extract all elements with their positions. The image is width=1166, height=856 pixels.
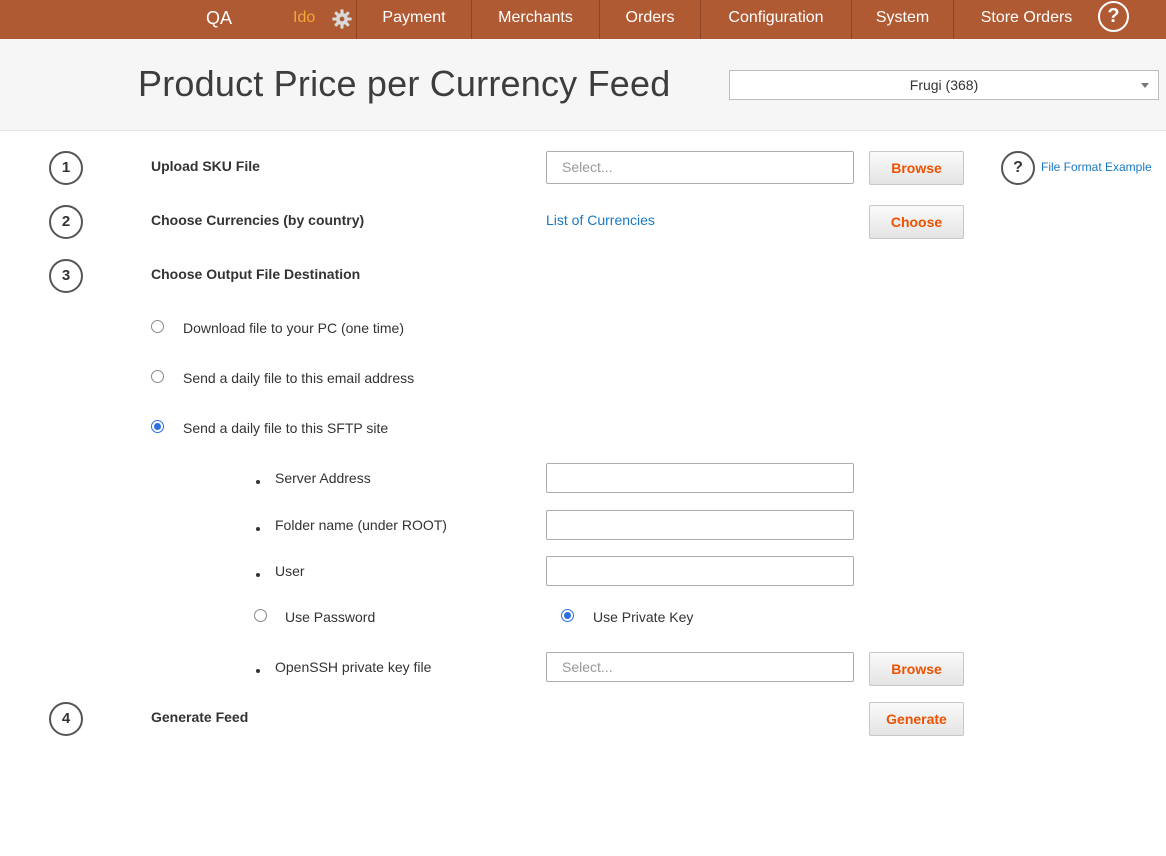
nav-item-payment[interactable]: Payment — [356, 0, 471, 39]
step-label-choose-currencies: Choose Currencies (by country) — [151, 212, 365, 228]
bullet — [256, 573, 260, 577]
step-number-3: 3 — [49, 259, 83, 293]
top-navigation: QA Ido Payment Merchants Orders Configur… — [0, 0, 1166, 39]
file-format-example-link[interactable]: File Format Example — [1041, 160, 1152, 174]
bullet — [256, 527, 260, 531]
radio-daily-sftp[interactable] — [151, 420, 164, 433]
option-label-download-pc: Download file to your PC (one time) — [183, 320, 404, 336]
step-number-4: 4 — [49, 702, 83, 736]
folder-name-label: Folder name (under ROOT) — [275, 517, 447, 533]
nav-item-orders[interactable]: Orders — [599, 0, 700, 39]
merchant-select[interactable]: Frugi (368) — [729, 70, 1159, 100]
private-key-file-input[interactable]: Select... — [546, 652, 854, 682]
server-address-label: Server Address — [275, 470, 371, 486]
step-label-output-destination: Choose Output File Destination — [151, 266, 361, 282]
user-input[interactable] — [546, 556, 854, 586]
page-header: Product Price per Currency Feed Frugi (3… — [0, 39, 1166, 131]
gear-icon[interactable] — [331, 8, 353, 30]
page-title: Product Price per Currency Feed — [138, 63, 671, 104]
help-icon[interactable]: ? — [1001, 151, 1035, 185]
nav-item-merchants[interactable]: Merchants — [471, 0, 599, 39]
generate-button[interactable]: Generate — [869, 702, 964, 736]
nav-item-store-orders[interactable]: Store Orders — [953, 0, 1099, 39]
use-password-label: Use Password — [285, 609, 376, 625]
bullet — [256, 480, 260, 484]
choose-currencies-button[interactable]: Choose — [869, 205, 964, 239]
nav-item-configuration[interactable]: Configuration — [700, 0, 851, 39]
private-key-browse-button[interactable]: Browse — [869, 652, 964, 686]
private-key-file-label: OpenSSH private key file — [275, 659, 432, 675]
radio-download-pc[interactable] — [151, 320, 164, 333]
radio-daily-email[interactable] — [151, 370, 164, 383]
option-label-daily-sftp: Send a daily file to this SFTP site — [183, 420, 389, 436]
help-icon[interactable]: ? — [1098, 1, 1129, 32]
radio-use-private-key[interactable] — [561, 609, 574, 622]
step-label-generate-feed: Generate Feed — [151, 709, 249, 725]
merchant-select-value: Frugi (368) — [909, 77, 979, 93]
list-of-currencies-link[interactable]: List of Currencies — [546, 212, 655, 228]
step-label-upload-sku: Upload SKU File — [151, 158, 260, 174]
folder-name-input[interactable] — [546, 510, 854, 540]
user-menu[interactable]: Ido — [293, 0, 315, 39]
step-number-2: 2 — [49, 205, 83, 239]
sku-file-input[interactable]: Select... — [546, 151, 854, 184]
environment-label: QA — [206, 8, 233, 28]
user-label: User — [275, 563, 305, 579]
radio-use-password[interactable] — [254, 609, 267, 622]
chevron-down-icon — [1141, 83, 1149, 88]
use-private-key-label: Use Private Key — [593, 609, 694, 625]
main-menu: Payment Merchants Orders Configuration S… — [356, 0, 1099, 39]
step-number-1: 1 — [49, 151, 83, 185]
bullet — [256, 669, 260, 673]
sku-browse-button[interactable]: Browse — [869, 151, 964, 185]
nav-item-system[interactable]: System — [851, 0, 953, 39]
server-address-input[interactable] — [546, 463, 854, 493]
option-label-daily-email: Send a daily file to this email address — [183, 370, 415, 386]
